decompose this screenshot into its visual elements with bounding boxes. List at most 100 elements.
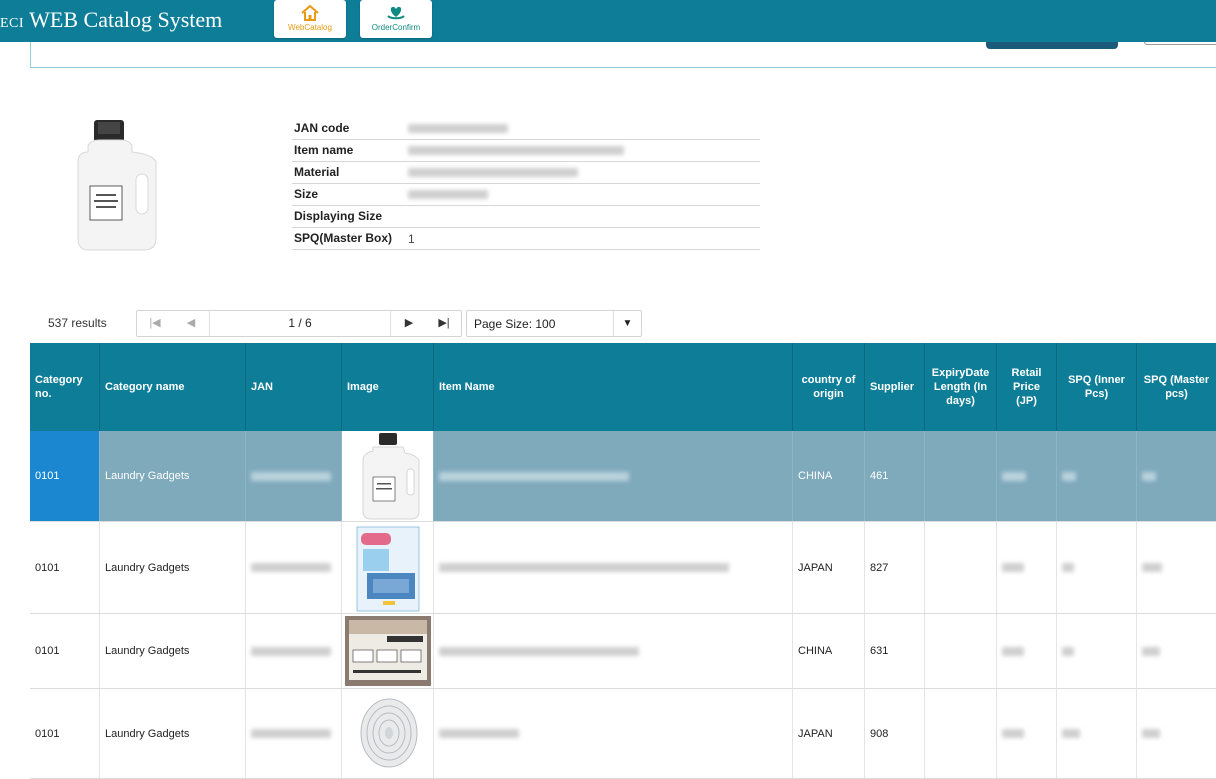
col-header-spq-inner[interactable]: SPQ (Inner Pcs): [1057, 343, 1137, 431]
search-button-edge[interactable]: [986, 42, 1118, 49]
prev-page-icon[interactable]: ◀: [173, 311, 209, 336]
nav-webcatalog-label: WebCatalog: [288, 23, 332, 32]
cell-spq-master[interactable]: [1137, 431, 1216, 521]
cell-country[interactable]: JAPAN: [793, 522, 865, 613]
cell-image[interactable]: [342, 522, 434, 613]
cell-spq-inner[interactable]: [1057, 431, 1137, 521]
app-brand: ECI WEB Catalog System: [0, 7, 222, 33]
col-header-retail-price[interactable]: Retail Price (JP): [997, 343, 1057, 431]
col-header-item-name[interactable]: Item Name: [434, 343, 793, 431]
label-stickers-thumb: [344, 616, 431, 686]
cell-category-no[interactable]: 0101: [30, 522, 100, 613]
col-header-jan[interactable]: JAN: [246, 343, 342, 431]
next-page-icon[interactable]: ▶: [391, 311, 427, 336]
brand-prefix: ECI: [0, 16, 25, 31]
cell-category-no[interactable]: 0101: [30, 689, 100, 778]
cell-category-no[interactable]: 0101: [30, 614, 100, 688]
cell-category-name[interactable]: Laundry Gadgets: [100, 431, 246, 521]
spec-label: JAN code: [294, 121, 350, 135]
cell-image[interactable]: [342, 689, 434, 778]
cell-item-name[interactable]: [434, 431, 793, 521]
cell-spq-master[interactable]: [1137, 614, 1216, 688]
cell-spq-inner[interactable]: [1057, 689, 1137, 778]
home-icon: [301, 4, 319, 21]
grid-header: Category no. Category name JAN Image Ite…: [30, 343, 1216, 431]
col-header-category-no[interactable]: Category no.: [30, 343, 100, 431]
cell-item-name[interactable]: [434, 522, 793, 613]
brand-title: WEB Catalog System: [29, 7, 223, 32]
spec-value: [408, 122, 508, 136]
cell-expiry[interactable]: [925, 522, 997, 613]
col-header-supplier[interactable]: Supplier: [865, 343, 925, 431]
spec-label: SPQ(Master Box): [294, 231, 393, 245]
detergent-bottle-thumb: [362, 433, 419, 520]
cell-category-name[interactable]: Laundry Gadgets: [100, 689, 246, 778]
reset-button-edge[interactable]: [1144, 42, 1216, 45]
cell-supplier[interactable]: 908: [865, 689, 925, 778]
heart-hand-icon: [387, 6, 405, 20]
spec-label: Size: [294, 187, 319, 201]
page-size-select[interactable]: Page Size: 100 ▼: [466, 310, 642, 337]
cell-retail-price[interactable]: [997, 431, 1057, 521]
page-size-value: Page Size: 100: [474, 317, 556, 331]
cell-country[interactable]: JAPAN: [793, 689, 865, 778]
cell-jan[interactable]: [246, 522, 342, 613]
cell-image[interactable]: [342, 431, 434, 521]
spec-value: 1: [408, 232, 415, 246]
results-count: 537 results: [48, 316, 107, 330]
col-header-spq-master[interactable]: SPQ (Master pcs): [1137, 343, 1216, 431]
cell-retail-price[interactable]: [997, 689, 1057, 778]
first-page-icon[interactable]: |◀: [137, 311, 173, 336]
cell-supplier[interactable]: 631: [865, 614, 925, 688]
table-row[interactable]: 0101 Laundry Gadgets CHINA 461: [30, 431, 1216, 522]
cell-category-name[interactable]: Laundry Gadgets: [100, 614, 246, 688]
cell-category-name[interactable]: Laundry Gadgets: [100, 522, 246, 613]
col-header-country[interactable]: country of origin: [793, 343, 865, 431]
nav-orderconfirm-button[interactable]: OrderConfirm: [360, 0, 432, 38]
cell-supplier[interactable]: 461: [865, 431, 925, 521]
cell-item-name[interactable]: [434, 614, 793, 688]
nav-webcatalog-button[interactable]: WebCatalog: [274, 0, 346, 38]
col-header-category-name[interactable]: Category name: [100, 343, 246, 431]
detail-product-image: [77, 120, 157, 251]
cell-category-no[interactable]: 0101: [30, 431, 100, 521]
product-specs: JAN code Item name Material Size Display…: [292, 118, 760, 250]
cell-spq-inner[interactable]: [1057, 614, 1137, 688]
cell-expiry[interactable]: [925, 614, 997, 688]
pager: |◀ ◀ 1 / 6 ▶ ▶|: [136, 310, 462, 337]
col-header-expiry[interactable]: ExpiryDate Length (In days): [925, 343, 997, 431]
spiral-disc-thumb: [360, 698, 417, 767]
spec-label: Item name: [294, 143, 354, 157]
cell-spq-inner[interactable]: [1057, 522, 1137, 613]
spec-row-spq-master: SPQ(Master Box) 1: [292, 228, 760, 250]
cell-jan[interactable]: [246, 689, 342, 778]
cell-country[interactable]: CHINA: [793, 614, 865, 688]
cell-retail-price[interactable]: [997, 522, 1057, 613]
cell-spq-master[interactable]: [1137, 689, 1216, 778]
col-header-image[interactable]: Image: [342, 343, 434, 431]
cell-expiry[interactable]: [925, 431, 997, 521]
cell-image[interactable]: [342, 614, 434, 688]
spec-row-displaying-size: Displaying Size: [292, 206, 760, 228]
last-page-icon[interactable]: ▶|: [427, 311, 461, 336]
items-grid: Category no. Category name JAN Image Ite…: [30, 343, 1216, 779]
table-row[interactable]: 0101 Laundry Gadgets JAPAN 908: [30, 689, 1216, 779]
cell-jan[interactable]: [246, 614, 342, 688]
spec-row-item-name: Item name: [292, 140, 760, 162]
cell-item-name[interactable]: [434, 689, 793, 778]
dropdown-arrow-icon[interactable]: ▼: [613, 311, 641, 336]
cell-country[interactable]: CHINA: [793, 431, 865, 521]
spec-row-material: Material: [292, 162, 760, 184]
spec-value: [408, 166, 578, 180]
spec-row-jan: JAN code: [292, 118, 760, 140]
cell-supplier[interactable]: 827: [865, 522, 925, 613]
net-package-thumb: [356, 526, 419, 611]
cell-expiry[interactable]: [925, 689, 997, 778]
cell-retail-price[interactable]: [997, 614, 1057, 688]
cell-spq-master[interactable]: [1137, 522, 1216, 613]
table-row[interactable]: 0101 Laundry Gadgets JAPAN 827: [30, 522, 1216, 614]
table-row[interactable]: 0101 Laundry Gadgets CHINA 631: [30, 614, 1216, 689]
spec-value: [408, 144, 624, 158]
cell-jan[interactable]: [246, 431, 342, 521]
spec-label: Material: [294, 165, 340, 179]
